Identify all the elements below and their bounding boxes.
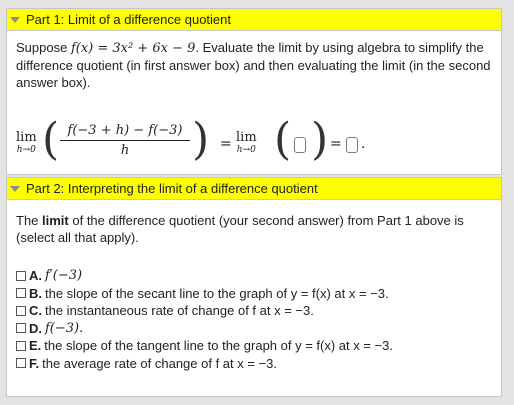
option-b[interactable]: B. the slope of the secant line to the g… (16, 285, 393, 303)
option-c-letter: C. (29, 303, 42, 319)
right-paren-2: ) (311, 114, 329, 165)
intro-text: Suppose (16, 40, 71, 55)
option-d-text: f(−3). (45, 320, 84, 336)
function-definition: f(x) = 3x² + 6x − 9 (70, 41, 196, 56)
part1-panel: Part 1: Limit of a difference quotient S… (6, 8, 502, 175)
part2-header[interactable]: Part 2: Interpreting the limit of a diff… (7, 178, 501, 200)
option-a[interactable]: A. f′(−3) (16, 267, 393, 285)
checkbox-d[interactable] (16, 323, 26, 334)
part2-panel: Part 2: Interpreting the limit of a diff… (6, 177, 502, 397)
part1-instructions: Suppose f(x) = 3x² + 6x − 9. Evaluate th… (7, 31, 501, 91)
options-list: A. f′(−3) B. the slope of the secant lin… (16, 267, 393, 372)
option-e[interactable]: E. the slope of the tangent line to the … (16, 337, 393, 355)
collapse-triangle-icon[interactable] (10, 185, 20, 192)
prompt-text: The (16, 213, 43, 228)
checkbox-e[interactable] (16, 340, 26, 351)
checkbox-c[interactable] (16, 305, 26, 316)
collapse-triangle-icon[interactable] (10, 16, 20, 23)
limit-right: lim h→0 (236, 130, 257, 156)
equals-sign: = (220, 136, 232, 152)
option-d-letter: D. (29, 320, 42, 336)
part2-prompt: The limit of the difference quotient (yo… (7, 200, 501, 246)
left-paren: ( (42, 114, 60, 165)
difference-quotient-fraction: f(−3 + h) − f(−3) h (60, 123, 190, 158)
fraction-numerator: f(−3 + h) − f(−3) (67, 123, 183, 138)
prompt-text-rest: of the difference quotient (your second … (16, 213, 464, 245)
difference-quotient-equation: lim h→0 ( f(−3 + h) − f(−3) h ) = lim h→… (16, 115, 492, 169)
option-e-text: the slope of the tangent line to the gra… (44, 338, 393, 354)
checkbox-b[interactable] (16, 288, 26, 299)
option-e-letter: E. (29, 338, 42, 354)
part2-header-label: Part 2: Interpreting the limit of a diff… (26, 181, 318, 196)
option-b-text: the slope of the secant line to the grap… (45, 285, 389, 301)
trailing-period: . (361, 136, 366, 152)
part1-header[interactable]: Part 1: Limit of a difference quotient (7, 9, 501, 31)
answer-box-2[interactable] (346, 137, 358, 153)
fraction-denominator: h (120, 143, 130, 158)
checkbox-a[interactable] (16, 270, 26, 281)
checkbox-f[interactable] (16, 358, 26, 369)
option-f-letter: F. (29, 355, 40, 371)
option-d[interactable]: D. f(−3). (16, 320, 393, 338)
answer-box-1[interactable] (294, 137, 306, 153)
option-f-text: the average rate of change of f at x = −… (42, 355, 278, 371)
option-a-text: f′(−3) (45, 268, 83, 284)
right-paren: ) (192, 114, 210, 165)
option-c-text: the instantaneous rate of change of f at… (45, 303, 314, 319)
option-a-letter: A. (29, 268, 42, 284)
left-paren-2: ( (274, 114, 292, 165)
prompt-bold-limit: limit (42, 213, 69, 228)
limit-left: lim h→0 (16, 130, 37, 156)
option-f[interactable]: F. the average rate of change of f at x … (16, 355, 393, 373)
equals-sign-2: = (330, 136, 342, 152)
option-b-letter: B. (29, 285, 42, 301)
part1-header-label: Part 1: Limit of a difference quotient (26, 12, 231, 27)
option-c[interactable]: C. the instantaneous rate of change of f… (16, 302, 393, 320)
